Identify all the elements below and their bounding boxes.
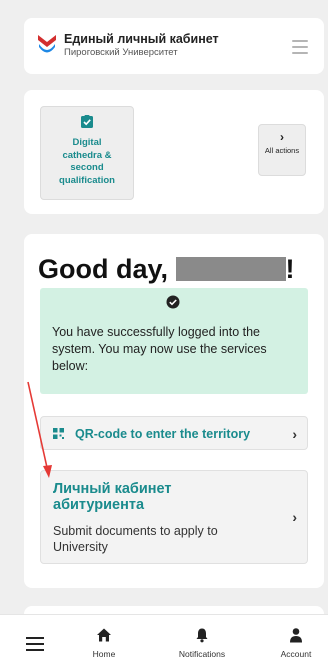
digital-cathedra-line-2: cathedra & [62, 149, 112, 161]
nav-account[interactable]: Account [256, 627, 328, 659]
nav-notifications-label: Notifications [178, 649, 226, 659]
nav-home[interactable]: Home [64, 627, 144, 659]
digital-cathedra-tile[interactable]: Digital cathedra & second qualification [40, 106, 134, 200]
qr-code-label: QR-code to enter the territory [75, 427, 251, 441]
bottom-navigation: Home Notifications Account [0, 614, 328, 668]
user-icon [290, 628, 302, 643]
bell-icon [196, 628, 208, 643]
nav-home-label: Home [92, 649, 116, 659]
chevron-right-icon: › [280, 130, 284, 144]
greeting-prefix: Good day, [38, 254, 169, 284]
digital-cathedra-line-1: Digital [72, 137, 102, 148]
nav-account-label: Account [280, 649, 312, 659]
applicant-account-card[interactable]: Личный кабинет абитуриента Submit docume… [40, 470, 308, 564]
brand-subtitle: Пироговский Университет [64, 47, 178, 58]
chevron-right-icon: › [292, 509, 297, 525]
applicant-account-title: Личный кабинет абитуриента [53, 481, 172, 513]
all-actions-label: All actions [264, 146, 300, 155]
header-menu-icon[interactable] [292, 40, 308, 58]
applicant-account-description: Submit documents to apply to University [53, 524, 218, 554]
qr-code-button[interactable]: QR-code to enter the territory › [40, 416, 308, 450]
all-actions-button[interactable]: › All actions [258, 124, 306, 176]
greeting-suffix: ! [285, 254, 295, 284]
digital-cathedra-line-3: second [70, 162, 104, 173]
greeting-title: Good day, ! [38, 254, 295, 285]
nav-notifications[interactable]: Notifications [162, 627, 242, 659]
university-logo-icon[interactable] [36, 32, 58, 54]
check-circle-icon [166, 295, 180, 309]
greeting-card: Good day, ! You have successfully logged… [24, 234, 324, 588]
redacted-username [175, 257, 286, 281]
alert-message: You have successfully logged into the sy… [52, 325, 267, 373]
qr-code-icon [53, 428, 64, 439]
chevron-right-icon: › [292, 426, 297, 442]
menu-icon[interactable] [26, 637, 44, 655]
clipboard-check-icon [81, 115, 93, 128]
home-icon [97, 628, 111, 642]
header-card: Единый личный кабинет Пироговский Универ… [24, 18, 324, 74]
quick-actions-card: Digital cathedra & second qualification … [24, 90, 324, 214]
login-success-alert: You have successfully logged into the sy… [40, 288, 308, 394]
digital-cathedra-line-4: qualification [59, 174, 115, 186]
brand-title: Единый личный кабинет [64, 32, 219, 46]
